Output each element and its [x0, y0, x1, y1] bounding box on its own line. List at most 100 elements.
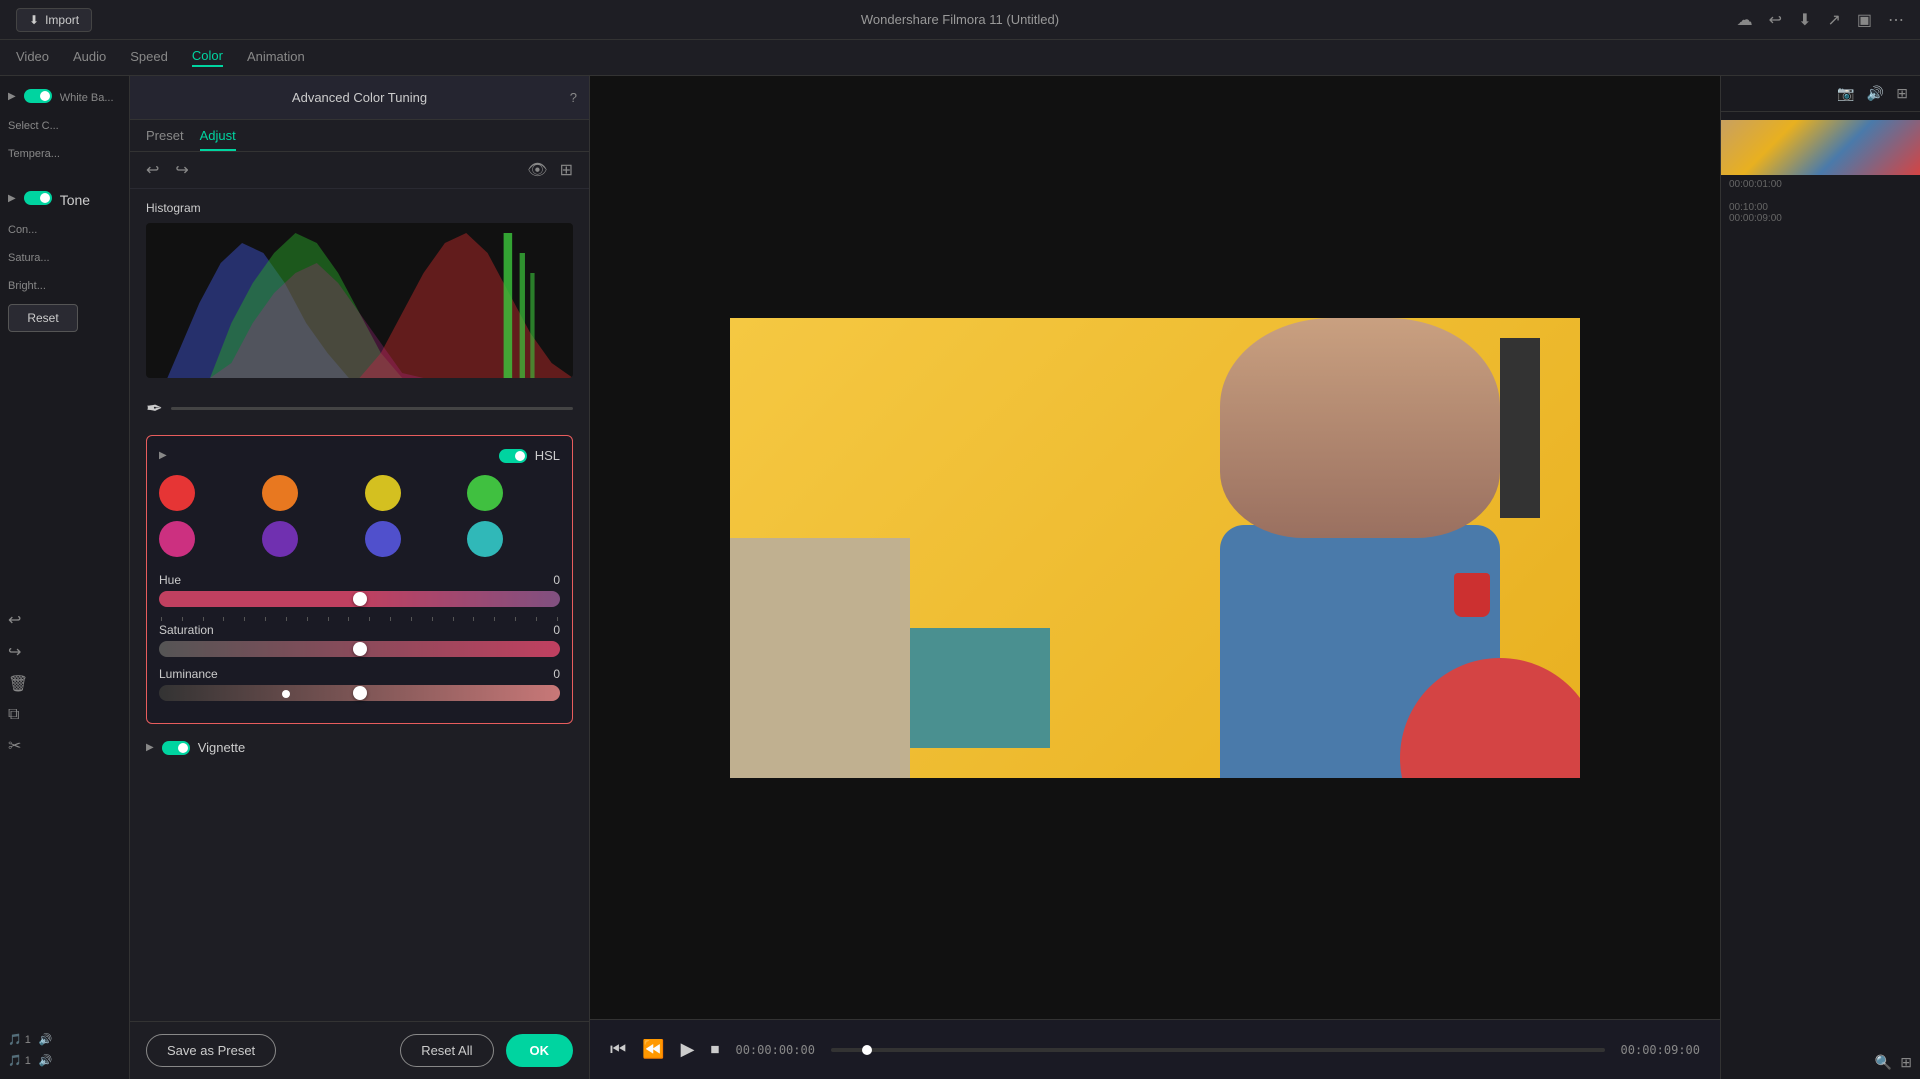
tone-label: Tone — [60, 192, 90, 208]
eyedropper-icon[interactable]: ✒ — [146, 396, 163, 421]
right-controls: 🔍 ⊞ — [1721, 1046, 1920, 1079]
video-head — [1220, 318, 1500, 539]
skip-back-button[interactable]: ⏮ — [610, 1039, 626, 1060]
eye-icon[interactable]: 👁 — [527, 160, 547, 180]
swatch-orange[interactable] — [262, 475, 298, 511]
step-back-button[interactable]: ⏪ — [642, 1039, 664, 1060]
hsl-section: ▶ HSL Hue 0 — [146, 435, 573, 724]
import-button[interactable]: ⬇ Import — [16, 8, 92, 32]
swatch-red[interactable] — [159, 475, 195, 511]
tab-animation[interactable]: Animation — [247, 49, 305, 66]
hsl-expand-arrow[interactable]: ▶ — [159, 450, 167, 461]
tab-speed[interactable]: Speed — [130, 49, 168, 66]
hue-label: Hue — [159, 573, 181, 587]
luminance-slider-thumb[interactable] — [353, 686, 367, 700]
swatch-magenta[interactable] — [159, 521, 195, 557]
undo-icon[interactable]: ↩ — [1769, 10, 1782, 30]
speaker-icon-1[interactable]: 🔊 — [39, 1033, 53, 1046]
saturation-slider-track[interactable] — [159, 641, 560, 657]
save-preset-button[interactable]: Save as Preset — [146, 1034, 276, 1067]
share-icon[interactable]: ↗ — [1827, 10, 1840, 30]
reset-button[interactable]: Reset — [8, 304, 78, 332]
help-icon[interactable]: ? — [570, 90, 577, 105]
tab-preset[interactable]: Preset — [146, 128, 184, 151]
timeline-time-marker: 00:00:01:00 — [1729, 179, 1782, 190]
color-swatches — [159, 475, 560, 557]
saturation-value: 0 — [553, 623, 560, 637]
timeline-times: 00:00:01:00 — [1721, 175, 1920, 194]
select-color-label: Select C... — [8, 120, 121, 132]
cloud-icon[interactable]: ☁ — [1737, 10, 1753, 30]
tab-audio[interactable]: Audio — [73, 49, 106, 66]
hsl-header: ▶ HSL — [159, 448, 560, 463]
stop-button[interactable]: ⏹ — [710, 1039, 719, 1060]
speaker-icon-2[interactable]: 🔊 — [39, 1054, 53, 1067]
redo-toolbar-icon[interactable]: ↪ — [175, 160, 188, 180]
undo-toolbar-icon[interactable]: ↩ — [146, 160, 159, 180]
left-panel: ▶ White Ba... Select C... Tempera... ▶ T… — [0, 76, 130, 1079]
progress-dot[interactable] — [862, 1045, 872, 1055]
center-panel: Advanced Color Tuning ? Preset Adjust ↩ … — [130, 76, 590, 1079]
hsl-label: HSL — [535, 448, 560, 463]
zoom-out-icon[interactable]: 🔍 — [1875, 1054, 1892, 1071]
time-start-display: 00:00:00:00 — [735, 1043, 814, 1057]
luminance-value: 0 — [553, 667, 560, 681]
hue-slider-thumb[interactable] — [353, 592, 367, 606]
tone-toggle[interactable] — [24, 191, 52, 205]
progress-bar[interactable] — [831, 1048, 1605, 1052]
settings-icon[interactable]: ⋯ — [1888, 10, 1904, 30]
hue-slider-track[interactable] — [159, 591, 560, 607]
app-title: Wondershare Filmora 11 (Untitled) — [861, 12, 1059, 27]
hue-value: 0 — [553, 573, 560, 587]
preview-icon[interactable]: ▣ — [1857, 10, 1872, 30]
zoom-in-icon[interactable]: ⊞ — [1900, 1054, 1912, 1071]
undo-action-icon[interactable]: ↩ — [8, 610, 121, 630]
play-button[interactable]: ▶ — [681, 1039, 695, 1060]
white-balance-toggle[interactable] — [24, 89, 52, 103]
copy-icon[interactable]: ⧉ — [8, 706, 121, 724]
media-icon-1: 🎵 1 — [8, 1033, 31, 1046]
wb-slider[interactable] — [171, 407, 573, 410]
top-right-icons: ☁ ↩ ⬇ ↗ ▣ ⋯ — [1737, 10, 1904, 30]
luminance-slider-row: Luminance 0 — [159, 667, 560, 701]
bottom-icons: ↩ ↪ 🗑 ⧉ ✂ — [8, 610, 121, 756]
camera-icon[interactable]: 📷 — [1837, 85, 1854, 102]
video-table — [730, 538, 910, 778]
redo-action-icon[interactable]: ↪ — [8, 642, 121, 662]
import-label: Import — [45, 13, 79, 27]
reset-all-button[interactable]: Reset All — [400, 1034, 493, 1067]
right-panel: 📷 🔊 ⊞ 00:00:01:00 00:10:00 00:00:09:00 🔍… — [1720, 76, 1920, 1079]
delete-icon[interactable]: 🗑 — [8, 674, 121, 694]
video-area: ⏮ ⏪ ▶ ⏹ 00:00:00:00 00:00:09:00 — [590, 76, 1720, 1079]
luminance-label: Luminance — [159, 667, 218, 681]
paste-icon[interactable]: ✂ — [8, 736, 121, 756]
time-end-display: 00:00:09:00 — [1621, 1043, 1700, 1057]
tab-color[interactable]: Color — [192, 48, 223, 67]
timeline-thumbnail — [1721, 120, 1920, 175]
grid-small-icon[interactable]: ⊞ — [1896, 85, 1908, 102]
swatch-cyan[interactable] — [467, 521, 503, 557]
speaker-small-icon[interactable]: 🔊 — [1867, 85, 1884, 102]
saturation-slider-row: Saturation 0 — [159, 623, 560, 657]
grid-icon[interactable]: ⊞ — [560, 160, 573, 180]
download-icon[interactable]: ⬇ — [1798, 10, 1811, 30]
white-balance-tool: ✒ — [130, 390, 589, 427]
swatch-green[interactable] — [467, 475, 503, 511]
histogram-chart — [146, 223, 573, 378]
histogram-section: Histogram — [130, 189, 589, 390]
saturation-slider-thumb[interactable] — [353, 642, 367, 656]
tab-video[interactable]: Video — [16, 49, 49, 66]
chevron-icon: ▶ — [8, 91, 16, 102]
hsl-toggle[interactable] — [499, 449, 527, 463]
swatch-yellow[interactable] — [365, 475, 401, 511]
vignette-toggle[interactable] — [162, 741, 190, 755]
ok-button[interactable]: OK — [506, 1034, 574, 1067]
temperature-label: Tempera... — [8, 148, 121, 160]
video-controls: ⏮ ⏪ ▶ ⏹ 00:00:00:00 00:00:09:00 — [590, 1019, 1720, 1079]
luminance-slider-track[interactable] — [159, 685, 560, 701]
tick-marks — [159, 617, 560, 621]
tab-adjust[interactable]: Adjust — [200, 128, 236, 151]
swatch-blue-purple[interactable] — [365, 521, 401, 557]
swatch-purple[interactable] — [262, 521, 298, 557]
vignette-expand-icon[interactable]: ▶ — [146, 742, 154, 753]
